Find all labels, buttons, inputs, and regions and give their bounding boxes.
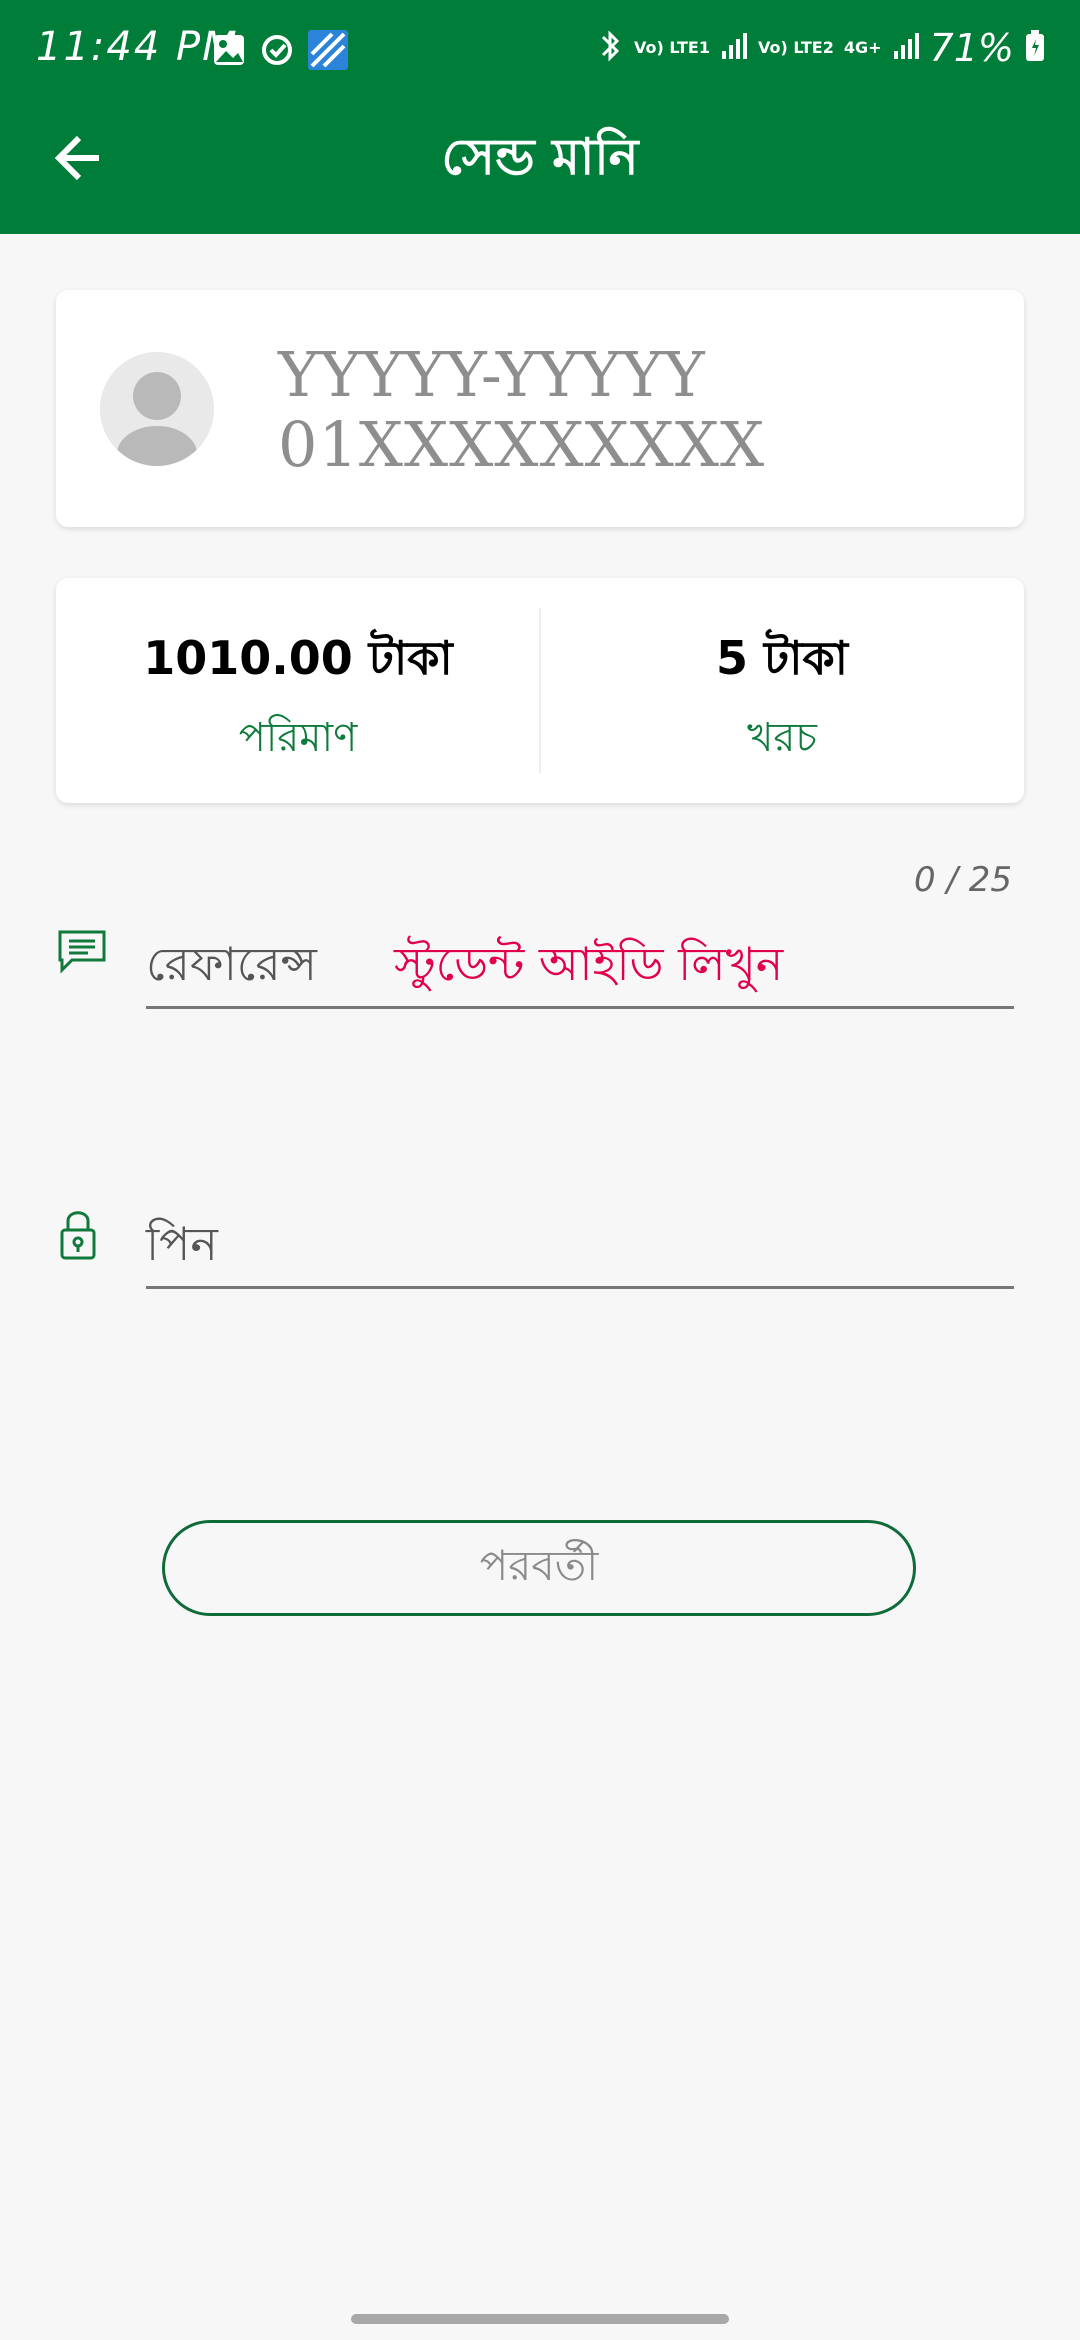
amount-section: 1010.00 টাকা পরিমাণ <box>56 578 540 803</box>
network-lte2-label: Vo) LTE2 <box>757 38 834 57</box>
recipient-number: 01XXXXXXXXX <box>278 408 766 481</box>
battery-percent: 71% <box>929 26 1014 70</box>
check-icon <box>260 33 294 71</box>
next-button[interactable]: পরবর্তী <box>162 1520 916 1616</box>
reference-character-counter: 0 / 25 <box>914 860 1012 900</box>
recipient-card: YYYYY-YYYYY 01XXXXXXXXX <box>56 290 1024 527</box>
signal-icon <box>720 31 748 65</box>
pin-input[interactable]: পিন <box>146 1200 1014 1289</box>
charge-label: খরচ <box>747 715 817 761</box>
network-lte1-label: Vo) LTE1 <box>634 38 710 57</box>
recipient-name: YYYYY-YYYYY <box>278 338 706 411</box>
person-avatar-icon <box>100 352 214 466</box>
toolbar: সেন্ড মানি <box>0 100 1080 234</box>
lock-icon <box>56 1206 100 1266</box>
status-left-icons <box>212 30 348 74</box>
status-bar: 11:44 PM Vo) LTE1 Vo) LTE2 4G+ 71% <box>0 0 1080 100</box>
gallery-icon <box>212 33 246 71</box>
home-indicator[interactable] <box>351 2314 729 2324</box>
transaction-summary-card: 1010.00 টাকা পরিমাণ 5 টাকা খরচ <box>56 578 1024 803</box>
amount-label: পরিমাণ <box>238 715 358 761</box>
reference-hint: স্টুডেন্ট আইডি লিখুন <box>394 937 784 991</box>
app-bar: 11:44 PM Vo) LTE1 Vo) LTE2 4G+ 71% সেন্ড… <box>0 0 1080 234</box>
message-icon <box>56 928 108 980</box>
bluetooth-icon <box>596 28 624 68</box>
reference-input[interactable]: রেফারেন্স স্টুডেন্ট আইডি লিখুন <box>146 920 1014 1009</box>
charge-section: 5 টাকা খরচ <box>540 578 1024 803</box>
signal-icon <box>892 31 920 65</box>
status-time: 11:44 PM <box>36 24 239 70</box>
app-shortcut-icon <box>308 30 348 74</box>
network-4g-label: 4G+ <box>843 38 882 57</box>
amount-value: 1010.00 টাকা <box>143 631 453 685</box>
charge-value: 5 টাকা <box>716 631 848 685</box>
reference-label: রেফারেন্স <box>146 937 317 991</box>
page-title: সেন্ড মানি <box>441 128 639 186</box>
battery-icon <box>1024 29 1046 67</box>
status-right-icons: Vo) LTE1 Vo) LTE2 4G+ 71% <box>596 26 1046 70</box>
pin-label: পিন <box>146 1217 218 1271</box>
